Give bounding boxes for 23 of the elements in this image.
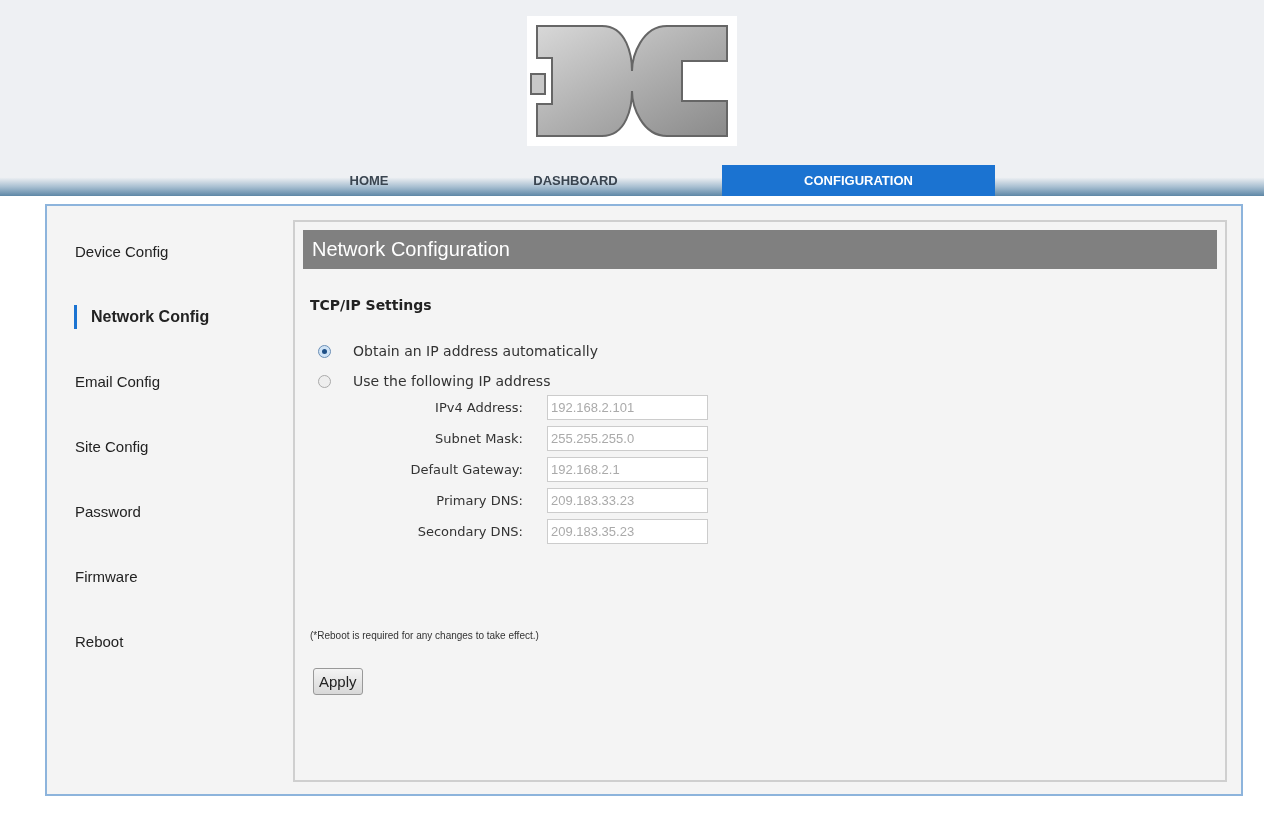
field-label: Default Gateway: [409,462,523,477]
sidebar-item[interactable]: Network Config [74,305,210,329]
note-text: (*Reboot is required for any changes to take effect.) [310,630,540,641]
apply-button[interactable]: Apply [313,668,363,695]
field-label: Secondary DNS: [416,524,523,539]
radio-label: Use the following IP address [353,373,551,389]
radio-button[interactable] [318,344,331,358]
panel-title: Network Configuration [303,230,1217,269]
sidebar-item[interactable]: Password [47,500,141,524]
nav-tab[interactable]: DASHBOARD [429,165,722,196]
nav-tab[interactable]: HOME [309,165,429,196]
nav-tab[interactable]: CONFIGURATION [722,165,995,196]
sidebar-item[interactable]: Site Config [47,435,149,459]
field-label: IPv4 Address: [434,400,523,415]
radio-label: Obtain an IP address automatically [353,343,598,359]
radio-button[interactable] [318,374,331,388]
field-label: Subnet Mask: [433,431,523,446]
sidebar-item[interactable]: Email Config [47,370,161,394]
section-heading: TCP/IP Settings [310,297,433,313]
sidebar-item[interactable]: Device Config [47,240,169,264]
field-label: Primary DNS: [435,493,523,508]
sidebar-item[interactable]: Reboot [47,630,124,654]
sidebar-item[interactable]: Firmware [47,565,138,589]
